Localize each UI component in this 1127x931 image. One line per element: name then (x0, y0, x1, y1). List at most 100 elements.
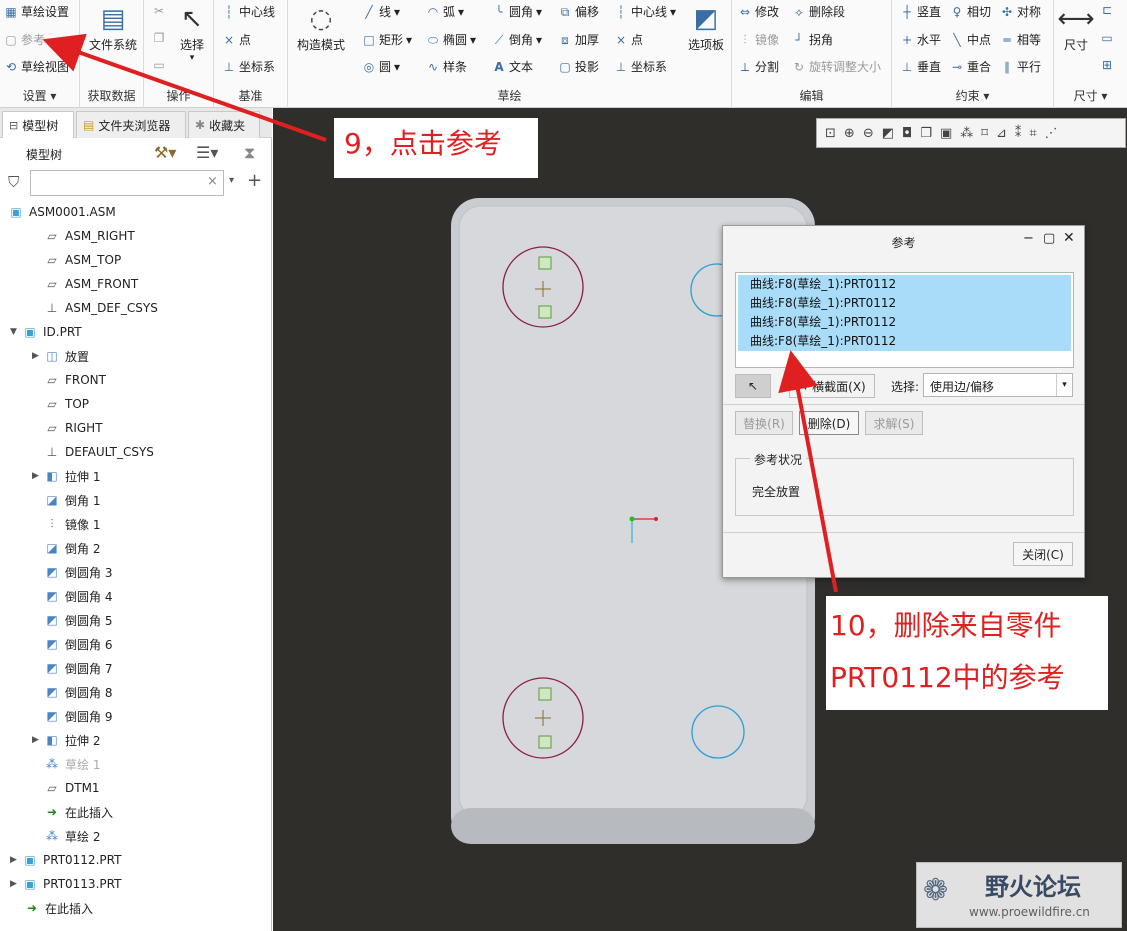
tree-search-input[interactable] (30, 170, 224, 196)
horizontal-button[interactable]: + 水平 (900, 31, 941, 48)
tangent-constraint-icon[interactable] (538, 305, 552, 319)
tree-show-icon[interactable]: ☰▾ (196, 143, 218, 162)
parallel-button[interactable]: ∥ 平行 (1000, 58, 1041, 75)
chamfer-button[interactable]: ⟋ 倒角 ▾ (492, 31, 542, 48)
solve-button[interactable]: 求解(S) (865, 411, 923, 435)
perpendicular-button[interactable]: ⊥ 垂直 (900, 58, 941, 75)
tree-item[interactable]: ▱ FRONT (44, 368, 106, 392)
tangent-constraint-icon[interactable] (538, 256, 552, 270)
tree-item[interactable]: ▶ ▣ PRT0112.PRT (10, 848, 121, 872)
collapse-icon[interactable]: ▼ (10, 327, 22, 337)
expand-icon[interactable]: ▶ (32, 735, 44, 745)
tree-item[interactable]: ▶ ▣ PRT0113.PRT (10, 872, 121, 896)
datum-csys-button[interactable]: ⊥ 坐标系 (222, 58, 275, 75)
sketch-view-button[interactable]: ⟲ 草绘视图 (4, 58, 69, 75)
tree-item[interactable]: ▱ ASM_RIGHT (44, 224, 134, 248)
tree-filter-config-icon[interactable]: ⧗ (244, 143, 255, 163)
expand-icon[interactable]: ▶ (32, 471, 44, 481)
tree-item[interactable]: ▶ ◧ 拉伸 1 (32, 464, 100, 488)
datum-centerline-button[interactable]: ┆ 中心线 (222, 3, 275, 20)
tree-item[interactable]: ◩ 倒圆角 5 (44, 608, 112, 632)
tree-item[interactable]: ◪ 倒角 1 (44, 488, 100, 512)
reference-item[interactable]: 曲线:F8(草绘_1):PRT0112 (738, 294, 1071, 313)
expand-icon[interactable]: ▶ (32, 351, 44, 361)
close-dialog-button[interactable]: 关闭(C) (1013, 542, 1073, 566)
thicken-button[interactable]: ⧈ 加厚 (558, 31, 599, 48)
dimension-button[interactable]: ⟷ 尺寸 (1056, 2, 1096, 53)
dim-reference-button[interactable]: ⊞ (1100, 58, 1114, 72)
tree-item[interactable]: ◩ 倒圆角 3 (44, 560, 112, 584)
dim-perimeter-button[interactable]: ⊏ (1100, 3, 1114, 17)
cut-button[interactable]: ✂ (152, 4, 166, 18)
tree-item[interactable]: ▣ ASM0001.ASM (8, 200, 115, 224)
file-system-button[interactable]: ▤ 文件系统 (86, 2, 140, 53)
tangent-constraint-icon[interactable] (538, 687, 552, 701)
copy-button[interactable]: ❐ (152, 31, 166, 45)
tree-item[interactable]: ⁂ 草绘 1 (44, 752, 100, 776)
datum-point-button[interactable]: × 点 (222, 31, 251, 48)
midpoint-button[interactable]: ╲ 中点 (950, 31, 991, 48)
reference-item[interactable]: 曲线:F8(草绘_1):PRT0112 (738, 332, 1071, 351)
tree-item[interactable]: ➜ 在此插入 (44, 800, 113, 824)
divide-button[interactable]: ⟂ 分割 (738, 58, 779, 75)
ellipse-button[interactable]: ⬭ 椭圆 ▾ (426, 31, 476, 48)
corner-button[interactable]: ┘ 拐角 (792, 31, 833, 48)
tree-item[interactable]: ⊥ DEFAULT_CSYS (44, 440, 154, 464)
symmetric-button[interactable]: ✣ 对称 (1000, 3, 1041, 20)
tree-item[interactable]: ▶ ◧ 拉伸 2 (32, 728, 100, 752)
reference-item[interactable]: 曲线:F8(草绘_1):PRT0112 (738, 313, 1071, 332)
tab-folder-browser[interactable]: ▤ 文件夹浏览器 (76, 111, 186, 138)
tree-item[interactable]: ◩ 倒圆角 8 (44, 680, 112, 704)
spline-button[interactable]: ∿ 样条 (426, 58, 467, 75)
sketch-centerline-button[interactable]: ┆ 中心线 ▾ (614, 3, 676, 20)
select-button[interactable]: ↖ 选择 ▾ (174, 2, 210, 63)
project-button[interactable]: ▢ 投影 (558, 58, 599, 75)
tab-model-tree[interactable]: ⊟ 模型树 (2, 111, 74, 138)
tree-item[interactable]: ▱ ASM_FRONT (44, 272, 138, 296)
select-reference-button[interactable]: ↖ (735, 374, 771, 398)
maximize-icon[interactable]: ▢ (1043, 231, 1055, 246)
minimize-icon[interactable]: − (1023, 231, 1034, 246)
expand-icon[interactable]: ▶ (10, 879, 22, 889)
delete-button[interactable]: 删除(D) (799, 411, 859, 435)
dim-baseline-button[interactable]: ▭ (1100, 31, 1114, 45)
tree-item[interactable]: ⫶ 镜像 1 (44, 512, 100, 536)
delete-segment-button[interactable]: ⟡ 删除段 (792, 3, 845, 20)
paste-button[interactable]: ▭ (152, 58, 166, 72)
palette-button[interactable]: ◩ 选项板 (684, 2, 728, 53)
equal-button[interactable]: ═ 相等 (1000, 31, 1041, 48)
tree-item[interactable]: ▱ RIGHT (44, 416, 102, 440)
cross-section-button[interactable]: ↖ 横截面(X) (789, 374, 875, 398)
tree-item[interactable]: ▱ DTM1 (44, 776, 99, 800)
vertical-button[interactable]: ┼ 竖直 (900, 3, 941, 20)
tree-item[interactable]: ◩ 倒圆角 4 (44, 584, 112, 608)
modify-button[interactable]: ⇔ 修改 (738, 3, 779, 20)
tree-item[interactable]: ◩ 倒圆角 9 (44, 704, 112, 728)
clear-search-icon[interactable]: × (207, 174, 218, 189)
tree-item[interactable]: ▼ ▣ ID.PRT (10, 320, 82, 344)
funnel-icon[interactable]: ⛉ (8, 173, 19, 191)
tree-item[interactable]: ▶ ◫ 放置 (32, 344, 89, 368)
tree-item[interactable]: ➜ 在此插入 (24, 896, 93, 920)
select-mode-dropdown[interactable]: 使用边/偏移 ▾ (923, 373, 1073, 397)
offset-button[interactable]: ⧉ 偏移 (558, 3, 599, 20)
references-button[interactable]: ▢ 参考 (4, 31, 45, 48)
tree-item[interactable]: ◩ 倒圆角 7 (44, 656, 112, 680)
tree-item[interactable]: ◪ 倒角 2 (44, 536, 100, 560)
mirror-button[interactable]: ⫶ 镜像 (738, 31, 779, 48)
tree-item[interactable]: ◩ 倒圆角 6 (44, 632, 112, 656)
construction-mode-button[interactable]: ◌ 构造模式 (292, 2, 350, 53)
circle-button[interactable]: ◎ 圆 ▾ (362, 58, 400, 75)
coincident-button[interactable]: ⊸ 重合 (950, 58, 991, 75)
text-button[interactable]: A 文本 (492, 58, 533, 75)
arc-button[interactable]: ◠ 弧 ▾ (426, 3, 464, 20)
replace-button[interactable]: 替换(R) (735, 411, 793, 435)
sketch-csys-button[interactable]: ⊥ 坐标系 (614, 58, 667, 75)
tree-item[interactable]: ⊥ ASM_DEF_CSYS (44, 296, 158, 320)
tangent-constraint-icon[interactable] (538, 735, 552, 749)
fillet-button[interactable]: ╰ 圆角 ▾ (492, 3, 542, 20)
reference-item[interactable]: 曲线:F8(草绘_1):PRT0112 (738, 275, 1071, 294)
tree-settings-icon[interactable]: ⚒▾ (154, 143, 176, 162)
expand-icon[interactable]: ▶ (10, 855, 22, 865)
tree-item[interactable]: ▱ TOP (44, 392, 89, 416)
